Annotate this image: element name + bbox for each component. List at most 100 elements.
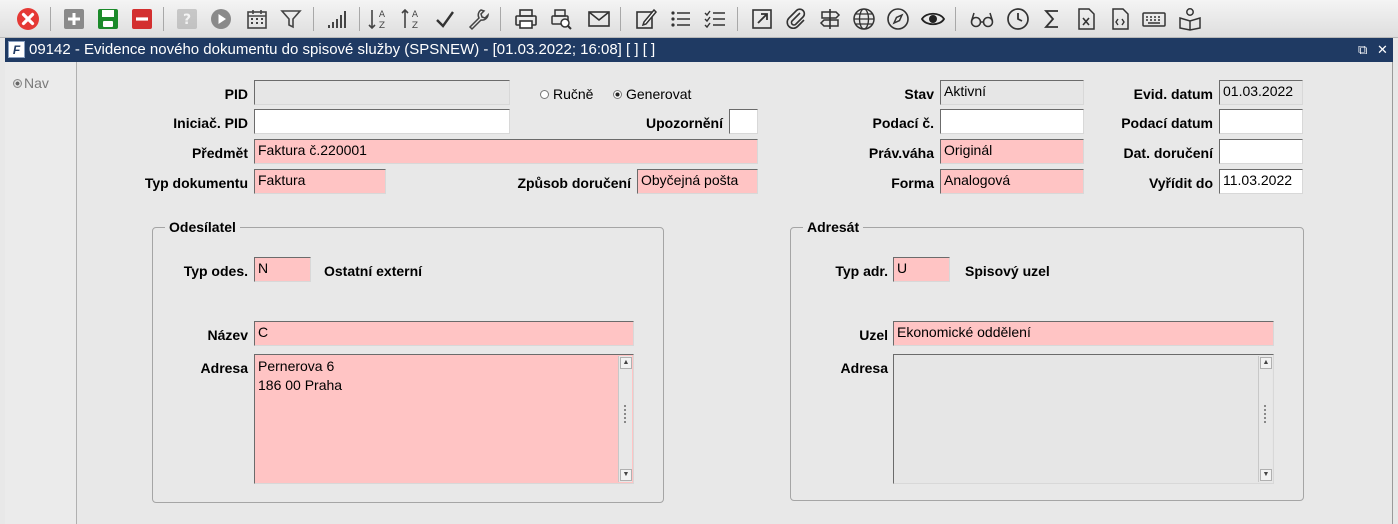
chart-icon[interactable] <box>324 5 352 33</box>
glasses-icon[interactable] <box>968 5 996 33</box>
pid-field[interactable] <box>254 80 510 105</box>
doc-type-label: Typ dokumentu <box>144 175 248 191</box>
sender-type-label: Typ odes. <box>183 263 248 279</box>
due-date-field[interactable]: 11.03.2022 <box>1219 169 1303 194</box>
delivery-date-field[interactable] <box>1219 139 1303 164</box>
globe-icon[interactable] <box>850 5 878 33</box>
play-icon[interactable] <box>207 5 235 33</box>
mail-icon[interactable] <box>585 5 613 33</box>
svg-text:?: ? <box>183 12 191 28</box>
close-window-icon[interactable]: ✕ <box>1377 41 1388 58</box>
close-icon[interactable] <box>14 5 42 33</box>
radio-manual[interactable]: Ručně <box>540 82 593 106</box>
edit-icon[interactable] <box>632 5 660 33</box>
recipient-address-label: Adresa <box>840 360 888 376</box>
due-date-label: Vyřídit do <box>1148 175 1213 191</box>
nav-radio-icon <box>13 78 22 88</box>
evidence-date-field[interactable]: 01.03.2022 <box>1219 80 1303 105</box>
delivery-date-label: Dat. doručení <box>1123 145 1213 161</box>
scroll-up-icon[interactable]: ▲ <box>620 357 632 369</box>
init-pid-label: Iniciač. PID <box>173 115 248 131</box>
warning-field[interactable] <box>729 109 758 134</box>
sort-asc-icon[interactable]: AZ <box>364 5 392 33</box>
nav-link[interactable]: Nav <box>13 75 49 91</box>
sender-group-title: Odesílatel <box>165 218 240 236</box>
sender-type-desc: Ostatní externí <box>324 263 423 279</box>
radio-generate-icon <box>613 89 622 99</box>
sender-address-field[interactable]: Pernerova 6 186 00 Praha <box>254 354 634 484</box>
submission-number-label: Podací č. <box>872 115 934 131</box>
radio-generate[interactable]: Generovat <box>613 82 691 106</box>
filter-icon[interactable] <box>277 5 305 33</box>
sender-name-label: Název <box>207 327 248 343</box>
form-type-label: Forma <box>891 175 934 191</box>
add-icon[interactable] <box>60 5 88 33</box>
eye-icon[interactable] <box>919 5 947 33</box>
submission-date-label: Podací datum <box>1121 115 1213 131</box>
submission-number-field[interactable] <box>940 109 1084 134</box>
attach-icon[interactable] <box>782 5 810 33</box>
sort-desc-icon[interactable]: AZ <box>397 5 425 33</box>
save-icon[interactable] <box>94 5 122 33</box>
scroll-down-icon[interactable]: ▼ <box>620 469 632 481</box>
calendar-icon[interactable] <box>243 5 271 33</box>
recipient-node-label: Uzel <box>859 327 888 343</box>
nav-label: Nav <box>24 75 49 91</box>
radio-generate-label: Generovat <box>626 86 692 102</box>
form-type-field[interactable]: Analogová <box>940 169 1084 194</box>
recipient-node-field[interactable]: Ekonomické oddělení <box>893 321 1274 346</box>
compass-icon[interactable] <box>884 5 912 33</box>
reader-icon[interactable] <box>1176 5 1204 33</box>
sum-icon[interactable] <box>1038 5 1066 33</box>
subject-field[interactable]: Faktura č.220001 <box>254 139 758 164</box>
pid-label: PID <box>224 86 248 102</box>
sender-name-field[interactable]: C <box>254 321 634 346</box>
scroll-down-icon[interactable]: ▼ <box>1260 469 1272 481</box>
toolbar: ? AZ AZ <box>0 0 1398 38</box>
delete-icon[interactable] <box>128 5 156 33</box>
state-field[interactable]: Aktivní <box>940 80 1084 105</box>
svg-text:Z: Z <box>412 21 418 31</box>
delivery-method-field[interactable]: Obyčejná pošta <box>637 169 758 194</box>
sender-address-scrollbar[interactable]: ▲ ▼ <box>618 356 632 482</box>
code-icon[interactable] <box>1106 5 1134 33</box>
help-icon[interactable]: ? <box>173 5 201 33</box>
export-icon[interactable] <box>748 5 776 33</box>
legal-weight-label: Práv.váha <box>868 145 934 161</box>
checklist-icon[interactable] <box>701 5 729 33</box>
radio-manual-label: Ručně <box>553 86 594 102</box>
svg-text:A: A <box>412 10 419 20</box>
recipient-address-scrollbar[interactable]: ▲ ▼ <box>1258 356 1272 482</box>
list-icon[interactable] <box>667 5 695 33</box>
scroll-grip-icon <box>1263 404 1267 424</box>
radio-manual-icon <box>540 89 549 99</box>
excel-icon[interactable] <box>1072 5 1100 33</box>
init-pid-field[interactable] <box>254 109 510 134</box>
restore-window-icon[interactable]: ⧉ <box>1358 41 1367 58</box>
wrench-icon[interactable] <box>465 5 493 33</box>
window-titlebar: F 09142 - Evidence nového dokumentu do s… <box>5 38 1393 62</box>
state-label: Stav <box>904 86 934 102</box>
scroll-grip-icon <box>623 404 627 424</box>
check-icon[interactable] <box>431 5 459 33</box>
recipient-type-field[interactable]: U <box>893 257 950 282</box>
recipient-group-title: Adresát <box>803 218 864 236</box>
evidence-date-label: Evid. datum <box>1133 86 1213 102</box>
app-logo: F <box>8 41 25 58</box>
warning-label: Upozornění <box>646 115 723 131</box>
signpost-icon[interactable] <box>816 5 844 33</box>
scroll-up-icon[interactable]: ▲ <box>1260 357 1272 369</box>
svg-text:A: A <box>379 10 386 20</box>
recipient-address-field[interactable] <box>893 354 1274 484</box>
submission-date-field[interactable] <box>1219 109 1303 134</box>
subject-label: Předmět <box>191 145 248 161</box>
doc-type-field[interactable]: Faktura <box>254 169 386 194</box>
legal-weight-field[interactable]: Originál <box>940 139 1084 164</box>
recipient-type-label: Typ adr. <box>835 263 888 279</box>
print-icon[interactable] <box>512 5 540 33</box>
print-preview-icon[interactable] <box>547 5 575 33</box>
sender-type-field[interactable]: N <box>254 257 311 282</box>
clock-icon[interactable] <box>1004 5 1032 33</box>
keyboard-icon[interactable] <box>1140 5 1168 33</box>
delivery-method-label: Způsob doručení <box>517 175 631 191</box>
